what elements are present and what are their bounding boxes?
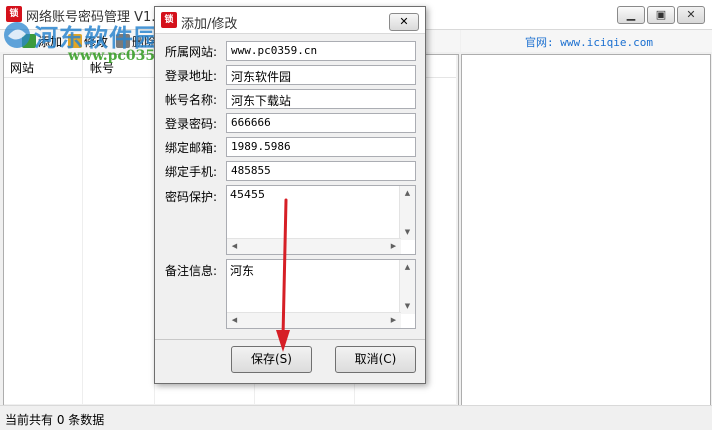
minimize-button[interactable]: ▁ <box>617 6 645 24</box>
scroll-left-icon[interactable]: ◀ <box>227 313 242 328</box>
vertical-scrollbar[interactable]: ▲ ▼ <box>399 186 415 240</box>
login-url-label: 登录地址: <box>165 69 218 83</box>
scroll-up-icon[interactable]: ▲ <box>400 260 415 275</box>
site-url-bar: 官网: www.iciqie.com <box>461 30 712 52</box>
password-protect-value: 45455 <box>230 188 265 201</box>
horizontal-scrollbar[interactable]: ◀ ▶ <box>227 312 401 328</box>
email-label: 绑定邮箱: <box>165 141 218 155</box>
status-bar: 当前共有 0 条数据 <box>0 405 712 430</box>
dialog-title: 添加/修改 <box>181 17 238 32</box>
close-icon: ✕ <box>399 15 409 28</box>
email-field[interactable]: 1989.5986 <box>226 137 416 157</box>
scroll-left-icon[interactable]: ◀ <box>227 239 242 254</box>
scroll-up-icon[interactable]: ▲ <box>400 186 415 201</box>
password-protect-label: 密码保护: <box>165 190 218 204</box>
account-name-label: 帐号名称: <box>165 93 218 107</box>
password-protect-textarea[interactable]: 45455 ▲ ▼ ◀ ▶ <box>226 185 416 255</box>
dialog-divider <box>155 339 425 340</box>
phone-label: 绑定手机: <box>165 165 218 179</box>
close-button[interactable]: ✕ <box>677 6 705 24</box>
add-edit-dialog: 锁 添加/修改 ✕ 所属网站: www.pc0359.cn 登录地址: 河东软件… <box>154 6 426 384</box>
account-name-field[interactable]: 河东下载站 <box>226 89 416 109</box>
password-field[interactable]: 666666 <box>226 113 416 133</box>
minimize-icon: ▁ <box>626 8 636 21</box>
scroll-right-icon[interactable]: ▶ <box>386 313 401 328</box>
close-icon: ✕ <box>686 8 696 21</box>
scroll-down-icon[interactable]: ▼ <box>400 299 415 314</box>
scroll-right-icon[interactable]: ▶ <box>386 239 401 254</box>
notes-label: 备注信息: <box>165 264 218 278</box>
vertical-scrollbar[interactable]: ▲ ▼ <box>399 260 415 314</box>
password-label: 登录密码: <box>165 117 218 131</box>
horizontal-scrollbar[interactable]: ◀ ▶ <box>227 238 401 254</box>
restore-icon: ▣ <box>655 8 667 21</box>
dialog-titlebar[interactable]: 锁 添加/修改 ✕ <box>155 7 425 34</box>
website-label: 所属网站: <box>165 45 218 59</box>
login-url-field[interactable]: 河东软件园 <box>226 65 416 85</box>
restore-button[interactable]: ▣ <box>647 6 675 24</box>
dialog-close-button[interactable]: ✕ <box>389 13 419 31</box>
watermark-logo-icon <box>4 22 30 48</box>
scroll-down-icon[interactable]: ▼ <box>400 225 415 240</box>
record-count-status: 当前共有 0 条数据 <box>5 413 105 427</box>
save-button[interactable]: 保存(S) <box>231 346 312 373</box>
notes-textarea[interactable]: 河东 ▲ ▼ ◀ ▶ <box>226 259 416 329</box>
official-site-link[interactable]: 官网: www.iciqie.com <box>525 34 653 50</box>
cancel-button[interactable]: 取消(C) <box>335 346 416 373</box>
detail-panel <box>461 54 711 406</box>
website-field[interactable]: www.pc0359.cn <box>226 41 416 61</box>
dialog-app-icon: 锁 <box>161 12 177 28</box>
notes-value: 河东 <box>230 264 255 278</box>
phone-field[interactable]: 485855 <box>226 161 416 181</box>
